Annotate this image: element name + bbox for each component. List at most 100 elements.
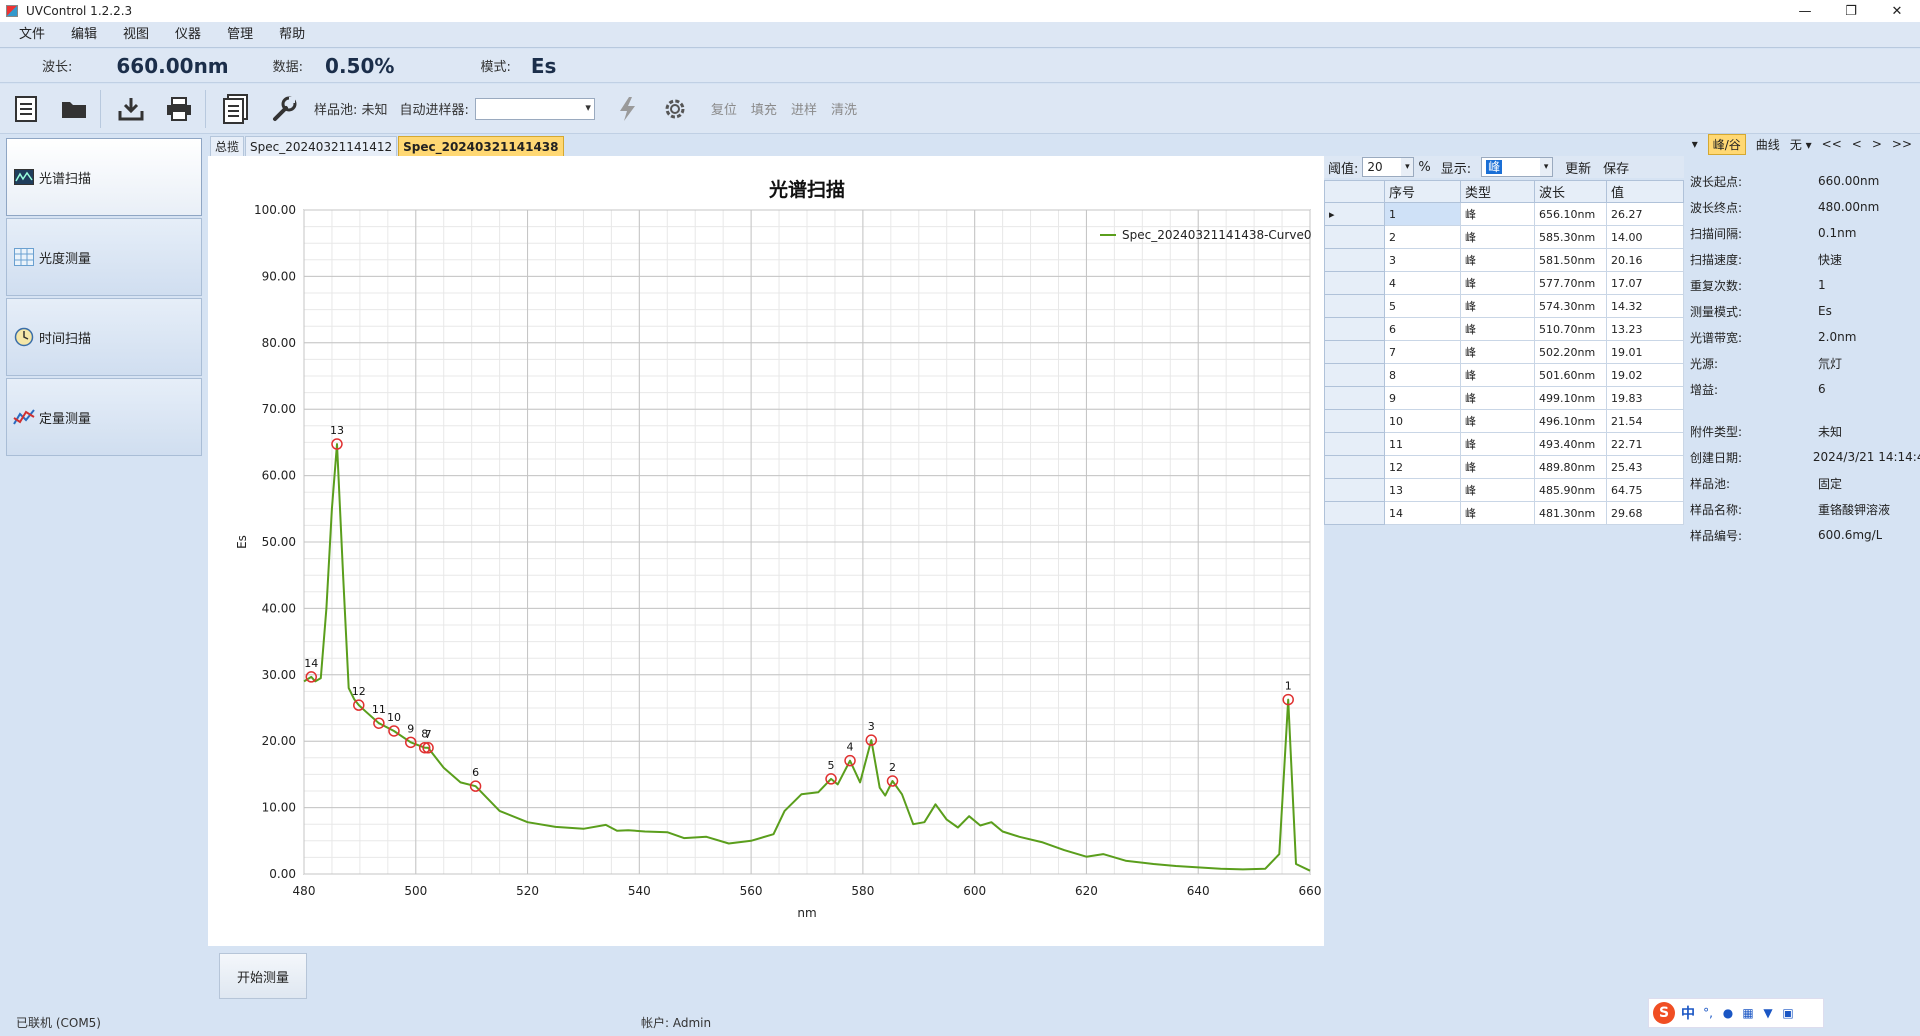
row-header-cell[interactable] bbox=[1324, 478, 1385, 502]
none-select[interactable]: 无 ▾ bbox=[1790, 136, 1812, 153]
property-value: 2024/3/21 14:14:4 bbox=[1812, 450, 1920, 464]
tab-overview[interactable]: 总揽 bbox=[210, 136, 245, 156]
row-header-cell[interactable] bbox=[1324, 501, 1385, 525]
new-document-button[interactable] bbox=[4, 87, 48, 131]
table-row[interactable]: 9 峰 499.10nm 19.83 bbox=[1324, 386, 1684, 410]
display-value: 峰 bbox=[1486, 160, 1503, 174]
settings-tool-button[interactable] bbox=[262, 87, 306, 131]
microphone-icon[interactable]: ● bbox=[1721, 1006, 1735, 1020]
property-row: 创建日期: 2024/3/21 14:14:4 bbox=[1690, 444, 1920, 470]
chart-panel: 480 500 520 540 560 580 600 620 640 660 0.00 10.00 2… bbox=[208, 156, 1324, 946]
table-cell: 13.23 bbox=[1606, 317, 1684, 341]
reset-button[interactable]: 复位 bbox=[711, 99, 737, 118]
prev-page-button[interactable]: < bbox=[1852, 137, 1862, 151]
table-cell: 64.75 bbox=[1606, 478, 1684, 502]
row-header-cell[interactable] bbox=[1324, 409, 1385, 433]
menu-file[interactable]: 文件 bbox=[6, 22, 58, 48]
lightning-button[interactable] bbox=[605, 87, 649, 131]
minimize-button[interactable]: — bbox=[1782, 0, 1828, 22]
table-row[interactable]: 2 峰 585.30nm 14.00 bbox=[1324, 225, 1684, 249]
save-download-button[interactable] bbox=[109, 87, 153, 131]
menu-help[interactable]: 帮助 bbox=[266, 22, 318, 48]
row-header-cell[interactable] bbox=[1324, 432, 1385, 456]
ime-logo-icon[interactable]: S bbox=[1653, 1002, 1675, 1024]
table-row[interactable]: 11 峰 493.40nm 22.71 bbox=[1324, 432, 1684, 456]
chevron-down-icon[interactable]: ▾ bbox=[1692, 137, 1698, 151]
toolbox-icon[interactable]: ▣ bbox=[1781, 1006, 1795, 1020]
wash-button[interactable]: 清洗 bbox=[831, 99, 857, 118]
save-button[interactable]: 保存 bbox=[1603, 158, 1629, 177]
start-measure-button[interactable]: 开始测量 bbox=[219, 953, 307, 999]
table-row[interactable]: 12 峰 489.80nm 25.43 bbox=[1324, 455, 1684, 479]
last-page-button[interactable]: >> bbox=[1892, 137, 1912, 151]
inject-button[interactable]: 进样 bbox=[791, 99, 817, 118]
nav-spectrum-scan[interactable]: 光谱扫描 bbox=[6, 138, 202, 216]
skin-icon[interactable]: ▼ bbox=[1761, 1006, 1775, 1020]
update-button[interactable]: 更新 bbox=[1565, 158, 1591, 177]
gear-button[interactable] bbox=[653, 87, 697, 131]
open-folder-button[interactable] bbox=[52, 87, 96, 131]
table-row[interactable]: 13 峰 485.90nm 64.75 bbox=[1324, 478, 1684, 502]
curve-button[interactable]: 曲线 bbox=[1756, 136, 1780, 153]
punctuation-icon[interactable]: °, bbox=[1701, 1006, 1715, 1020]
toolbar-separator bbox=[205, 89, 206, 128]
menu-manage[interactable]: 管理 bbox=[214, 22, 266, 48]
property-key: 附件类型: bbox=[1690, 424, 1743, 439]
column-header[interactable]: 值 bbox=[1606, 180, 1684, 203]
column-header[interactable]: 波长 bbox=[1534, 180, 1607, 203]
table-row[interactable]: 3 峰 581.50nm 20.16 bbox=[1324, 248, 1684, 272]
column-header[interactable]: 序号 bbox=[1384, 180, 1461, 203]
menu-view[interactable]: 视图 bbox=[110, 22, 162, 48]
column-header[interactable]: 类型 bbox=[1460, 180, 1535, 203]
table-cell: 502.20nm bbox=[1534, 340, 1607, 364]
keyboard-icon[interactable]: ▦ bbox=[1741, 1006, 1755, 1020]
nav-photometric[interactable]: 光度测量 bbox=[6, 218, 202, 296]
fill-button[interactable]: 填充 bbox=[751, 99, 777, 118]
nav-quantitative[interactable]: 定量测量 bbox=[6, 378, 202, 456]
report-button[interactable] bbox=[214, 87, 258, 131]
nav-time-scan[interactable]: 时间扫描 bbox=[6, 298, 202, 376]
tab-spec-141412[interactable]: Spec_20240321141412 bbox=[245, 136, 398, 156]
row-header-cell[interactable] bbox=[1324, 455, 1385, 479]
display-select[interactable]: 峰 ▾ bbox=[1481, 157, 1554, 177]
table-cell: 574.30nm bbox=[1534, 294, 1607, 318]
table-cell: 峰 bbox=[1460, 386, 1535, 410]
table-cell: 9 bbox=[1384, 386, 1461, 410]
first-page-button[interactable]: << bbox=[1822, 137, 1842, 151]
threshold-input[interactable]: 20 ▾ bbox=[1362, 157, 1415, 177]
x-tick-label: 640 bbox=[1187, 884, 1210, 898]
row-header-cell[interactable] bbox=[1324, 317, 1385, 341]
print-button[interactable] bbox=[157, 87, 201, 131]
x-tick-label: 600 bbox=[963, 884, 986, 898]
row-header-cell[interactable] bbox=[1324, 340, 1385, 364]
tab-spec-141438[interactable]: Spec_20240321141438 bbox=[398, 136, 564, 156]
table-cell: 峰 bbox=[1460, 248, 1535, 272]
table-row[interactable]: 5 峰 574.30nm 14.32 bbox=[1324, 294, 1684, 318]
peak-valley-button[interactable]: 峰/谷 bbox=[1707, 133, 1746, 155]
table-row[interactable]: 14 峰 481.30nm 29.68 bbox=[1324, 501, 1684, 525]
table-row[interactable]: 6 峰 510.70nm 13.23 bbox=[1324, 317, 1684, 341]
table-row[interactable]: 7 峰 502.20nm 19.01 bbox=[1324, 340, 1684, 364]
maximize-button[interactable]: ❐ bbox=[1828, 0, 1874, 22]
menu-instrument[interactable]: 仪器 bbox=[162, 22, 214, 48]
table-row[interactable]: 8 峰 501.60nm 19.02 bbox=[1324, 363, 1684, 387]
row-header-cell[interactable] bbox=[1324, 248, 1385, 272]
status-bar: 已联机 (COM5) 帐户: Admin bbox=[0, 1008, 1920, 1036]
row-header-cell[interactable] bbox=[1324, 294, 1385, 318]
row-header-cell[interactable] bbox=[1324, 363, 1385, 387]
next-page-button[interactable]: > bbox=[1872, 137, 1882, 151]
table-row[interactable]: ▸ 1 峰 656.10nm 26.27 bbox=[1324, 202, 1684, 226]
row-header-cell[interactable] bbox=[1324, 271, 1385, 295]
row-header-cell[interactable]: ▸ bbox=[1324, 202, 1385, 226]
menu-edit[interactable]: 编辑 bbox=[58, 22, 110, 48]
x-axis-label: nm bbox=[797, 906, 816, 920]
ime-language-toggle[interactable]: 中 bbox=[1681, 1003, 1695, 1023]
table-row[interactable]: 10 峰 496.10nm 21.54 bbox=[1324, 409, 1684, 433]
table-cell: 14.00 bbox=[1606, 225, 1684, 249]
property-key: 样品池: bbox=[1690, 476, 1731, 491]
table-row[interactable]: 4 峰 577.70nm 17.07 bbox=[1324, 271, 1684, 295]
row-header-cell[interactable] bbox=[1324, 225, 1385, 249]
row-header-cell[interactable] bbox=[1324, 386, 1385, 410]
close-button[interactable]: ✕ bbox=[1874, 0, 1920, 22]
autosampler-select[interactable] bbox=[474, 97, 595, 120]
